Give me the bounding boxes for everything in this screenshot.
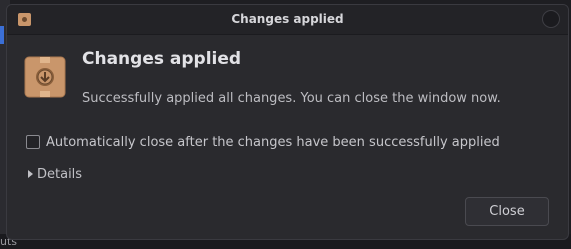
background-selection-indicator (0, 26, 4, 44)
package-download-icon (24, 56, 66, 98)
dialog-window: Changes applied Changes applied Successf… (6, 4, 569, 240)
dialog-heading: Changes applied (82, 49, 242, 69)
auto-close-checkbox[interactable] (26, 135, 40, 149)
close-icon[interactable] (542, 10, 560, 28)
auto-close-label[interactable]: Automatically close after the changes ha… (46, 135, 500, 150)
details-label[interactable]: Details (37, 167, 82, 182)
chevron-right-icon[interactable] (28, 170, 33, 178)
dialog-message: Successfully applied all changes. You ca… (82, 91, 501, 106)
title-bar[interactable]: Changes applied (7, 5, 568, 35)
window-title: Changes applied (231, 12, 344, 26)
close-button[interactable]: Close (465, 197, 549, 226)
